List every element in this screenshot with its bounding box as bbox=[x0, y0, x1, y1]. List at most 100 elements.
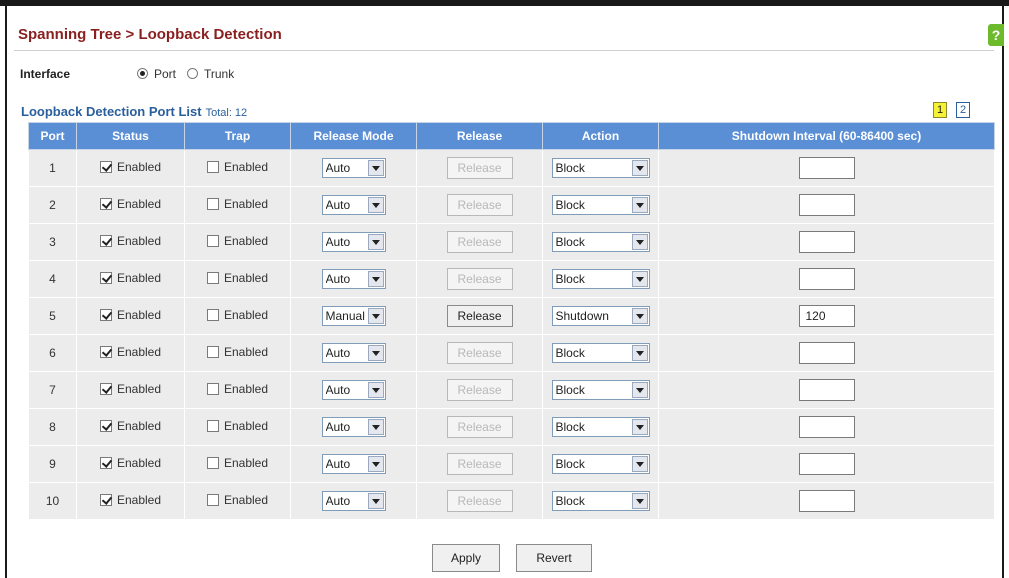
chevron-down-icon[interactable] bbox=[367, 345, 384, 361]
chevron-down-icon[interactable] bbox=[367, 419, 384, 435]
chevron-down-icon[interactable] bbox=[367, 308, 384, 324]
trap-checkbox-group[interactable]: Enabled bbox=[206, 308, 268, 322]
chevron-down-icon[interactable] bbox=[631, 308, 648, 324]
release-mode-select[interactable]: Auto bbox=[321, 195, 386, 215]
release-mode-select[interactable]: Auto bbox=[321, 491, 386, 511]
action-select[interactable]: Block bbox=[551, 269, 650, 289]
status-checkbox-group[interactable]: Enabled bbox=[99, 197, 161, 211]
shutdown-interval-input[interactable] bbox=[798, 268, 855, 290]
trap-checkbox[interactable] bbox=[206, 272, 219, 284]
chevron-down-icon[interactable] bbox=[367, 493, 384, 509]
shutdown-interval-input[interactable]: 120 bbox=[798, 305, 855, 327]
chevron-down-icon[interactable] bbox=[367, 160, 384, 176]
chevron-down-icon[interactable] bbox=[631, 419, 648, 435]
shutdown-interval-input[interactable] bbox=[798, 453, 855, 475]
status-checkbox[interactable] bbox=[99, 309, 112, 321]
trap-checkbox-group[interactable]: Enabled bbox=[206, 234, 268, 248]
status-checkbox-group[interactable]: Enabled bbox=[99, 160, 161, 174]
status-checkbox-group[interactable]: Enabled bbox=[99, 234, 161, 248]
trap-checkbox-group[interactable]: Enabled bbox=[206, 160, 268, 174]
status-checkbox[interactable] bbox=[99, 346, 112, 358]
page-2-button[interactable]: 2 bbox=[956, 102, 970, 118]
status-checkbox[interactable] bbox=[99, 457, 112, 469]
action-select[interactable]: Block bbox=[551, 491, 650, 511]
chevron-down-icon[interactable] bbox=[367, 271, 384, 287]
release-button[interactable]: Release bbox=[446, 157, 513, 179]
release-button[interactable]: Release bbox=[446, 490, 513, 512]
trap-checkbox-group[interactable]: Enabled bbox=[206, 493, 268, 507]
release-mode-select[interactable]: Auto bbox=[321, 269, 386, 289]
trap-checkbox[interactable] bbox=[206, 198, 219, 210]
shutdown-interval-input[interactable] bbox=[798, 342, 855, 364]
release-mode-select[interactable]: Auto bbox=[321, 417, 386, 437]
trap-checkbox[interactable] bbox=[206, 161, 219, 173]
page-1-button[interactable]: 1 bbox=[933, 102, 947, 118]
chevron-down-icon[interactable] bbox=[631, 456, 648, 472]
release-mode-select[interactable]: Manual bbox=[321, 306, 386, 326]
trap-checkbox-group[interactable]: Enabled bbox=[206, 271, 268, 285]
trap-checkbox[interactable] bbox=[206, 235, 219, 247]
release-button[interactable]: Release bbox=[446, 305, 513, 327]
action-select[interactable]: Block bbox=[551, 380, 650, 400]
action-select[interactable]: Block bbox=[551, 158, 650, 178]
status-checkbox[interactable] bbox=[99, 383, 112, 395]
release-button[interactable]: Release bbox=[446, 453, 513, 475]
shutdown-interval-input[interactable] bbox=[798, 157, 855, 179]
apply-button[interactable]: Apply bbox=[432, 544, 500, 572]
chevron-down-icon[interactable] bbox=[631, 271, 648, 287]
status-checkbox-group[interactable]: Enabled bbox=[99, 382, 161, 396]
status-checkbox-group[interactable]: Enabled bbox=[99, 456, 161, 470]
shutdown-interval-input[interactable] bbox=[798, 194, 855, 216]
action-select[interactable]: Block bbox=[551, 195, 650, 215]
status-checkbox[interactable] bbox=[99, 235, 112, 247]
shutdown-interval-input[interactable] bbox=[798, 379, 855, 401]
status-checkbox-group[interactable]: Enabled bbox=[99, 493, 161, 507]
trap-checkbox-group[interactable]: Enabled bbox=[206, 197, 268, 211]
release-mode-select[interactable]: Auto bbox=[321, 158, 386, 178]
chevron-down-icon[interactable] bbox=[631, 382, 648, 398]
chevron-down-icon[interactable] bbox=[367, 382, 384, 398]
release-button[interactable]: Release bbox=[446, 268, 513, 290]
chevron-down-icon[interactable] bbox=[631, 493, 648, 509]
trunk-radio[interactable] bbox=[187, 68, 198, 79]
chevron-down-icon[interactable] bbox=[367, 197, 384, 213]
status-checkbox[interactable] bbox=[99, 494, 112, 506]
trap-checkbox-group[interactable]: Enabled bbox=[206, 419, 268, 433]
chevron-down-icon[interactable] bbox=[367, 456, 384, 472]
trap-checkbox-group[interactable]: Enabled bbox=[206, 456, 268, 470]
status-checkbox[interactable] bbox=[99, 420, 112, 432]
action-select[interactable]: Block bbox=[551, 232, 650, 252]
chevron-down-icon[interactable] bbox=[631, 345, 648, 361]
status-checkbox[interactable] bbox=[99, 161, 112, 173]
status-checkbox-group[interactable]: Enabled bbox=[99, 308, 161, 322]
action-select[interactable]: Block bbox=[551, 343, 650, 363]
revert-button[interactable]: Revert bbox=[516, 544, 592, 572]
status-checkbox-group[interactable]: Enabled bbox=[99, 345, 161, 359]
action-select[interactable]: Block bbox=[551, 454, 650, 474]
trap-checkbox-group[interactable]: Enabled bbox=[206, 345, 268, 359]
port-radio[interactable] bbox=[137, 68, 148, 79]
help-icon[interactable]: ? bbox=[988, 24, 1004, 46]
status-checkbox-group[interactable]: Enabled bbox=[99, 271, 161, 285]
status-checkbox-group[interactable]: Enabled bbox=[99, 419, 161, 433]
chevron-down-icon[interactable] bbox=[631, 160, 648, 176]
trap-checkbox[interactable] bbox=[206, 494, 219, 506]
release-mode-select[interactable]: Auto bbox=[321, 232, 386, 252]
trap-checkbox-group[interactable]: Enabled bbox=[206, 382, 268, 396]
trap-checkbox[interactable] bbox=[206, 457, 219, 469]
action-select[interactable]: Block bbox=[551, 417, 650, 437]
release-button[interactable]: Release bbox=[446, 416, 513, 438]
release-mode-select[interactable]: Auto bbox=[321, 343, 386, 363]
release-button[interactable]: Release bbox=[446, 342, 513, 364]
trap-checkbox[interactable] bbox=[206, 309, 219, 321]
release-button[interactable]: Release bbox=[446, 379, 513, 401]
shutdown-interval-input[interactable] bbox=[798, 231, 855, 253]
trap-checkbox[interactable] bbox=[206, 420, 219, 432]
release-mode-select[interactable]: Auto bbox=[321, 380, 386, 400]
chevron-down-icon[interactable] bbox=[631, 197, 648, 213]
release-button[interactable]: Release bbox=[446, 194, 513, 216]
release-mode-select[interactable]: Auto bbox=[321, 454, 386, 474]
chevron-down-icon[interactable] bbox=[631, 234, 648, 250]
release-button[interactable]: Release bbox=[446, 231, 513, 253]
trap-checkbox[interactable] bbox=[206, 346, 219, 358]
